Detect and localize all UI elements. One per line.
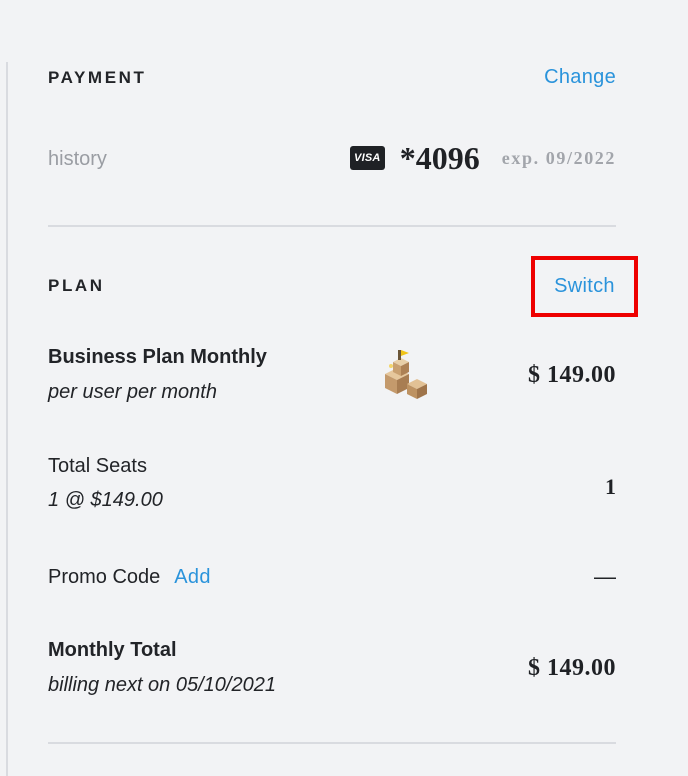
- plan-price: $ 149.00: [528, 362, 616, 388]
- left-border-rule: [6, 62, 8, 776]
- seats-detail: 1 @ $149.00: [48, 489, 163, 511]
- switch-highlight-box: Switch: [531, 256, 638, 317]
- section-divider: [48, 742, 616, 744]
- card-expiry: exp. 09/2022: [501, 147, 616, 168]
- seats-count: 1: [605, 474, 616, 499]
- switch-plan-link[interactable]: Switch: [554, 275, 615, 298]
- billing-next-date: billing next on 05/10/2021: [48, 674, 276, 696]
- total-seats-label: Total Seats: [48, 455, 147, 477]
- card-summary: VISA *4096 exp. 09/2022: [349, 140, 616, 176]
- change-payment-link[interactable]: Change: [544, 66, 616, 89]
- plan-heading: PLAN: [48, 276, 105, 295]
- promo-code-label: Promo Code: [48, 566, 161, 588]
- section-divider: [48, 225, 616, 227]
- visa-card-icon: VISA: [349, 146, 385, 170]
- payment-history-link[interactable]: history: [48, 148, 107, 171]
- promo-code-value: —: [594, 564, 616, 589]
- plan-name: Business Plan Monthly: [48, 346, 267, 368]
- monthly-total-price: $ 149.00: [528, 655, 616, 681]
- promo-code-row: Promo Code Add: [48, 566, 211, 589]
- add-promo-link[interactable]: Add: [174, 566, 211, 589]
- card-last4: *4096: [399, 140, 480, 176]
- payment-heading: PAYMENT: [48, 68, 147, 87]
- monthly-total-label: Monthly Total: [48, 639, 177, 661]
- building-blocks-icon: [371, 344, 431, 404]
- plan-billing-unit: per user per month: [48, 381, 217, 403]
